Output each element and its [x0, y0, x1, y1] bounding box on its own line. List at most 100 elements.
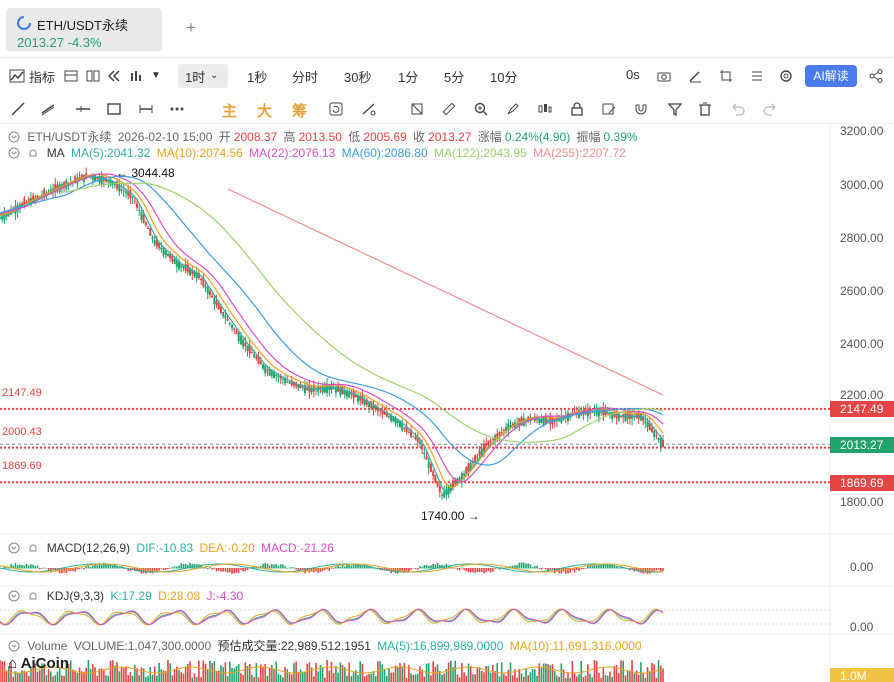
redo-icon[interactable] [762, 101, 778, 117]
macd-bar [580, 568, 583, 570]
volume-bar [224, 662, 227, 682]
settings-icon[interactable] [778, 68, 794, 84]
volume-bar [275, 661, 278, 682]
brush-icon[interactable] [505, 101, 521, 117]
timeframe-1m[interactable]: 1分 [398, 67, 418, 86]
timeframe-1h[interactable]: 1时 [185, 67, 205, 86]
macd-collapse-icon[interactable] [8, 542, 20, 554]
timeframe-chevron-down-icon[interactable]: ⌄ [210, 70, 218, 81]
refresh-icon[interactable] [328, 101, 344, 117]
volume-bar [527, 675, 529, 682]
macd-bar [279, 564, 282, 569]
candle-pattern-icon[interactable] [537, 101, 553, 117]
macd-bar [273, 564, 275, 569]
trash-icon[interactable] [697, 101, 713, 117]
macd-bar [87, 565, 90, 569]
camera-icon[interactable] [656, 68, 672, 84]
level-tag-1[interactable]: 2147.49 [830, 401, 894, 417]
trendline-icon[interactable] [10, 101, 26, 117]
volume-bar [277, 673, 280, 682]
edit-list-icon[interactable] [601, 101, 617, 117]
bell-icon[interactable] [27, 147, 39, 159]
candle-body [650, 427, 653, 432]
ruler-icon[interactable] [441, 101, 457, 117]
undo-icon[interactable] [730, 101, 746, 117]
macd-bar [600, 564, 602, 569]
horizontal-line-icon[interactable] [75, 101, 91, 117]
replay-icon[interactable] [106, 68, 122, 84]
rectangle-icon[interactable] [106, 101, 122, 117]
volume-bar [397, 666, 399, 682]
chip-distribution-button[interactable]: 筹 [292, 100, 307, 121]
ray-icon[interactable] [40, 101, 56, 117]
level-tag-3[interactable]: 1869.69 [830, 475, 894, 491]
macd-bar [21, 564, 23, 569]
chart-type-icon[interactable] [128, 68, 144, 84]
volume-bar [131, 675, 134, 682]
volume-bar [549, 665, 552, 682]
volume-collapse-icon[interactable] [8, 640, 20, 652]
kdj-bell-icon[interactable] [27, 590, 39, 602]
macd-bar [23, 565, 26, 569]
candle-body [434, 475, 437, 483]
timeframe-10m[interactable]: 10分 [490, 67, 517, 86]
more-icon[interactable] [169, 101, 185, 117]
timeframe-tick[interactable]: 分时 [292, 67, 318, 86]
measure-icon[interactable] [361, 101, 377, 117]
zoom-in-icon[interactable] [473, 101, 489, 117]
indicator-icon[interactable] [9, 68, 25, 84]
candle-body [281, 378, 284, 380]
macd-bar [27, 565, 30, 569]
macd-bar [211, 568, 213, 570]
lock-icon[interactable] [569, 101, 585, 117]
kdj-collapse-icon[interactable] [8, 590, 20, 602]
macd-bar [538, 568, 541, 569]
macd-bar [611, 564, 613, 569]
timeframe-1s[interactable]: 1秒 [247, 67, 267, 86]
candle-body [414, 436, 417, 440]
filter-icon[interactable] [667, 101, 683, 117]
volume-bar [324, 677, 326, 682]
template-icon[interactable] [63, 68, 79, 84]
layout-icon[interactable] [85, 68, 101, 84]
range-icon[interactable] [138, 101, 154, 117]
candle-body [160, 247, 163, 250]
volume-bar [564, 677, 567, 682]
chevron-down-icon[interactable]: ▼ [151, 70, 161, 81]
volume-bar [335, 665, 337, 682]
macd-bar [226, 568, 229, 573]
volume-bar [295, 661, 297, 682]
pen-icon[interactable] [687, 68, 703, 84]
collapse-icon[interactable] [8, 147, 20, 159]
crop-icon[interactable] [718, 68, 734, 84]
macd-bar [229, 568, 231, 573]
macd-bar [423, 564, 426, 569]
timeframe-5m[interactable]: 5分 [444, 67, 464, 86]
note-icon[interactable] [409, 101, 425, 117]
macd-bell-icon[interactable] [27, 542, 39, 554]
volume-bar [401, 666, 404, 682]
candle-body [624, 413, 627, 421]
indicators-button[interactable]: 指标 [29, 67, 55, 86]
candle-body [441, 495, 443, 497]
macd-bar [576, 568, 578, 571]
candle-body [239, 335, 242, 345]
candle-body [487, 440, 490, 445]
symbol-tab[interactable]: ETH/USDT永续 2013.27 -4.3% [6, 8, 162, 51]
add-tab-button[interactable]: + [186, 18, 196, 38]
macd-bar [92, 565, 94, 569]
magnet-icon[interactable] [633, 101, 649, 117]
timeframe-30s[interactable]: 30秒 [344, 67, 371, 86]
macd-bar [14, 562, 17, 569]
candle-body [235, 330, 238, 334]
list-icon[interactable] [749, 68, 765, 84]
large-order-button[interactable]: 大 [257, 100, 272, 121]
macd-bar [489, 568, 492, 573]
eye-icon[interactable] [8, 131, 20, 143]
volume-bar [392, 672, 395, 682]
share-icon[interactable] [868, 68, 884, 84]
macd-bar [520, 562, 523, 569]
macd-bar [171, 567, 174, 569]
ai-interpret-button[interactable]: AI解读 [805, 65, 857, 87]
main-force-button[interactable]: 主 [222, 100, 237, 121]
